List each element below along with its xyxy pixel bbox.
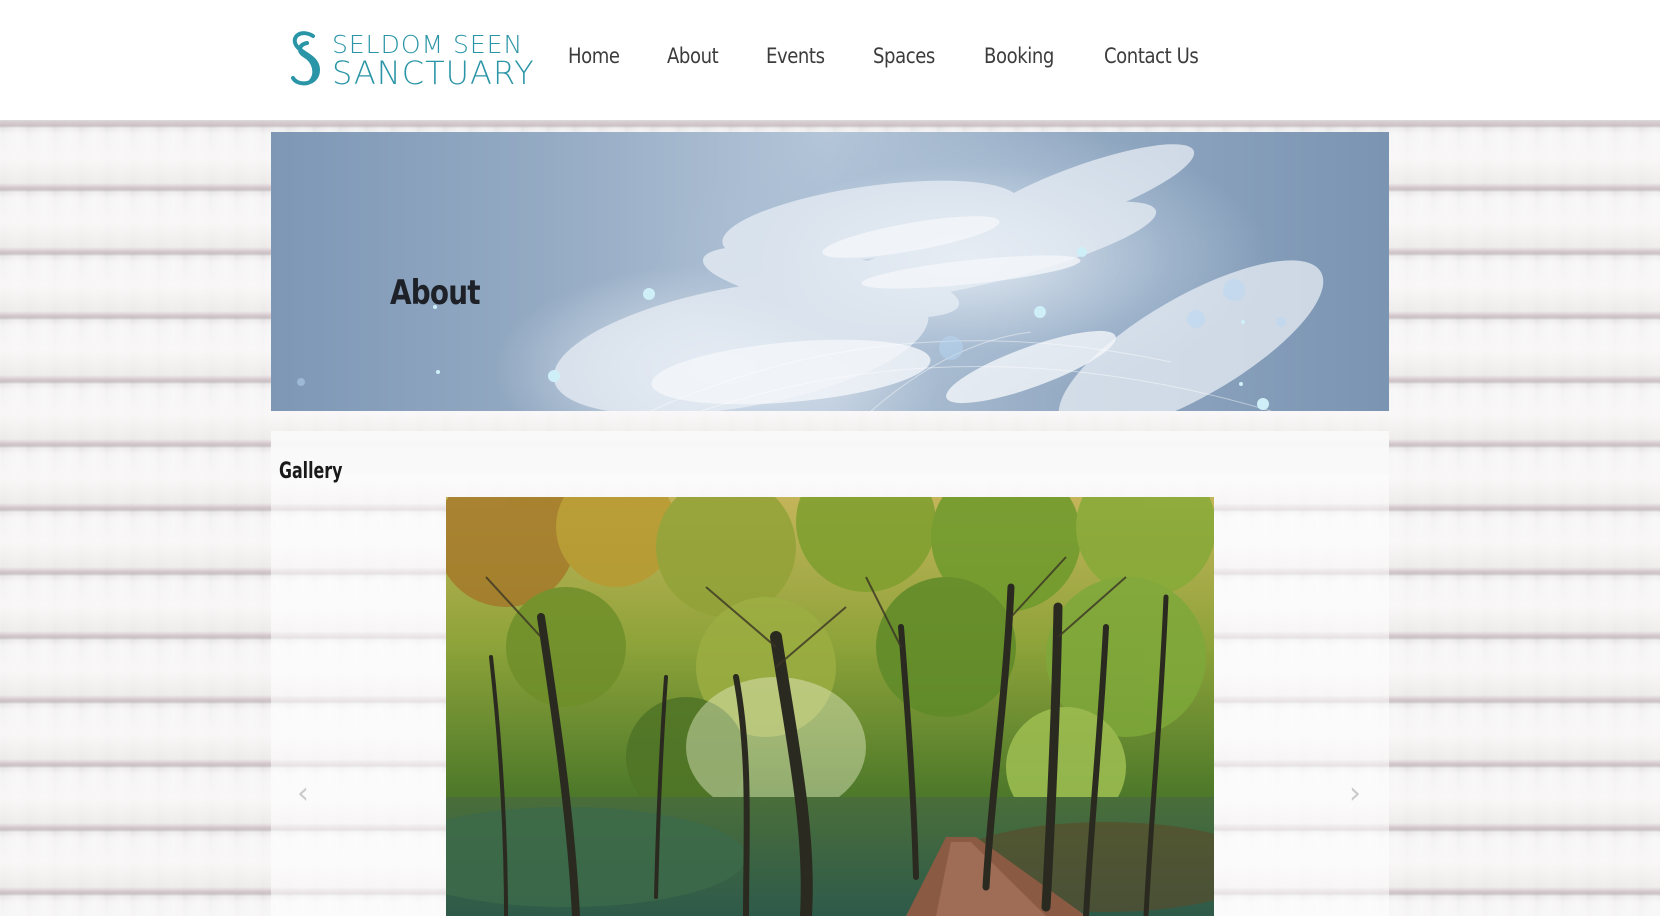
page-banner: About bbox=[271, 132, 1389, 411]
hands-banner-image bbox=[297, 144, 1324, 411]
site-header: SELDOM SEEN SANCTUARY Home About Events … bbox=[0, 0, 1660, 121]
forest-path-image bbox=[446, 497, 1214, 916]
gallery-heading-bar: Gallery bbox=[271, 431, 1389, 484]
page-title: About bbox=[390, 272, 481, 313]
gallery-carousel: ‹ › bbox=[271, 474, 1389, 916]
site-logo[interactable]: SELDOM SEEN SANCTUARY bbox=[288, 28, 534, 92]
gallery-image[interactable] bbox=[446, 497, 1214, 916]
nav-item-spaces[interactable]: Spaces bbox=[873, 44, 935, 68]
main-content: Gallery ‹ › bbox=[271, 431, 1389, 916]
carousel-prev-chevron-left-icon[interactable]: ‹ bbox=[288, 774, 318, 814]
nav-item-booking[interactable]: Booking bbox=[984, 44, 1054, 68]
nav-item-events[interactable]: Events bbox=[766, 44, 825, 68]
logo-text-line2: SANCTUARY bbox=[332, 54, 535, 92]
nav-item-contact-us[interactable]: Contact Us bbox=[1104, 44, 1199, 68]
logo-s-icon bbox=[291, 31, 321, 86]
carousel-next-chevron-right-icon[interactable]: › bbox=[1340, 774, 1370, 814]
nav-item-home[interactable]: Home bbox=[568, 44, 620, 68]
nav-item-about[interactable]: About bbox=[667, 44, 719, 68]
main-nav: Home About Events Spaces Booking Contact… bbox=[568, 44, 1253, 68]
